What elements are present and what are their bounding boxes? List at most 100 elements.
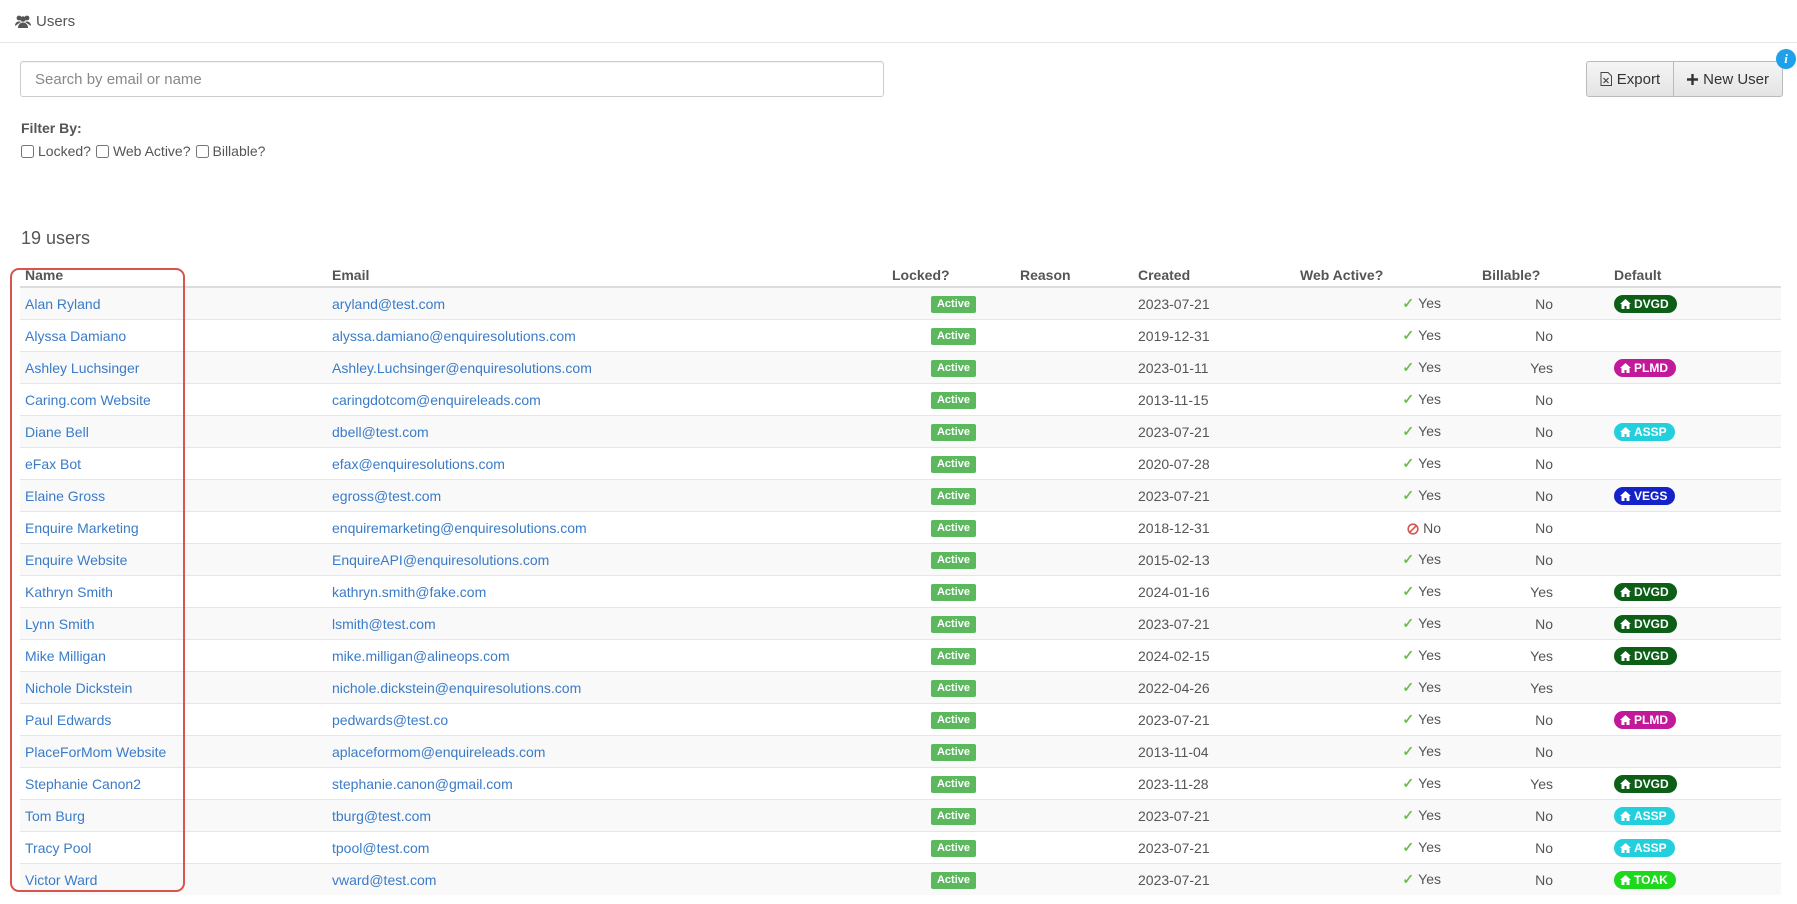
table-row[interactable]: Ashley Luchsinger Ashley.Luchsinger@enqui…: [20, 351, 1781, 384]
user-email-link[interactable]: tpool@test.com: [332, 840, 429, 856]
user-name-link[interactable]: Enquire Marketing: [25, 520, 139, 536]
table-row[interactable]: Victor Ward vward@test.com Active 2023-07-2…: [20, 863, 1781, 895]
column-created[interactable]: Created: [1133, 264, 1295, 288]
column-locked[interactable]: Locked?: [887, 264, 1015, 288]
cell-web-active: ✓ Yes: [1295, 671, 1477, 704]
user-name-link[interactable]: Enquire Website: [25, 552, 127, 568]
web-active-value: Yes: [1418, 615, 1441, 631]
export-button[interactable]: Export: [1585, 61, 1675, 97]
table-row[interactable]: Enquire Marketing enquiremarketing@enquir…: [20, 511, 1781, 544]
user-email-link[interactable]: kathryn.smith@fake.com: [332, 584, 486, 600]
user-email-link[interactable]: caringdotcom@enquireleads.com: [332, 392, 541, 408]
home-icon: [1620, 842, 1631, 853]
default-badge-label: ASSP: [1634, 808, 1667, 823]
new-user-button[interactable]: New User: [1674, 61, 1783, 97]
user-name-link[interactable]: PlaceForMom Website: [25, 744, 166, 760]
cell-name: Tom Burg: [20, 799, 327, 832]
table-row[interactable]: Nichole Dickstein nichole.dickstein@enqui…: [20, 671, 1781, 704]
table-row[interactable]: Lynn Smith lsmith@test.com Active 2023-07-2…: [20, 607, 1781, 640]
cell-name: eFax Bot: [20, 447, 327, 480]
column-billable[interactable]: Billable?: [1477, 264, 1609, 288]
user-name-link[interactable]: Ashley Luchsinger: [25, 360, 139, 376]
table-row[interactable]: Caring.com Website caringdotcom@enquirele…: [20, 383, 1781, 416]
web-active-value: Yes: [1418, 295, 1441, 311]
plus-icon: [1687, 73, 1699, 85]
user-email-link[interactable]: stephanie.canon@gmail.com: [332, 776, 513, 792]
table-row[interactable]: PlaceForMom Website aplaceformom@enquirel…: [20, 735, 1781, 768]
cell-email: egross@test.com: [327, 479, 887, 512]
table-row[interactable]: Stephanie Canon2 stephanie.canon@gmail.co…: [20, 767, 1781, 800]
user-email-link[interactable]: efax@enquiresolutions.com: [332, 456, 505, 472]
table-row[interactable]: Tracy Pool tpool@test.com Active 2023-07-21…: [20, 831, 1781, 864]
user-name-link[interactable]: Stephanie Canon2: [25, 776, 141, 792]
column-reason[interactable]: Reason: [1015, 264, 1133, 288]
user-email-link[interactable]: lsmith@test.com: [332, 616, 436, 632]
cell-default: DVGD: [1609, 767, 1781, 800]
cell-default: VEGS: [1609, 479, 1781, 512]
user-email-link[interactable]: mike.milligan@alineops.com: [332, 648, 510, 664]
user-name-link[interactable]: Kathryn Smith: [25, 584, 113, 600]
table-row[interactable]: Diane Bell dbell@test.com Active 2023-07-21…: [20, 415, 1781, 448]
table-row[interactable]: Elaine Gross egross@test.com Active 2023-07…: [20, 479, 1781, 512]
table-row[interactable]: eFax Bot efax@enquiresolutions.com Active 2…: [20, 447, 1781, 480]
cell-default: ASSP: [1609, 415, 1781, 448]
cell-email: enquiremarketing@enquiresolutions.com: [327, 511, 887, 544]
status-badge: Active: [930, 648, 977, 665]
user-name-link[interactable]: Paul Edwards: [25, 712, 111, 728]
user-name-link[interactable]: Alyssa Damiano: [25, 328, 126, 344]
user-name-link[interactable]: Tracy Pool: [25, 840, 91, 856]
table-row[interactable]: Mike Milligan mike.milligan@alineops.com A…: [20, 639, 1781, 672]
user-name-link[interactable]: eFax Bot: [25, 456, 81, 472]
user-name-link[interactable]: Diane Bell: [25, 424, 89, 440]
table-row[interactable]: Alyssa Damiano alyssa.damiano@enquiresolu…: [20, 319, 1781, 352]
user-email-link[interactable]: nichole.dickstein@enquiresolutions.com: [332, 680, 581, 696]
search-input[interactable]: [20, 61, 884, 97]
table-row[interactable]: Alan Ryland aryland@test.com Active 2023-07…: [20, 286, 1781, 320]
user-name-link[interactable]: Mike Milligan: [25, 648, 106, 664]
column-default[interactable]: Default: [1609, 264, 1781, 288]
column-web-active[interactable]: Web Active?: [1295, 264, 1477, 288]
filter-billable-checkbox[interactable]: [195, 144, 209, 158]
user-email-link[interactable]: aplaceformom@enquireleads.com: [332, 744, 545, 760]
user-email-link[interactable]: Ashley.Luchsinger@enquiresolutions.com: [332, 360, 592, 376]
user-name-link[interactable]: Nichole Dickstein: [25, 680, 132, 696]
user-email-link[interactable]: enquiremarketing@enquiresolutions.com: [332, 520, 587, 536]
user-email-link[interactable]: dbell@test.com: [332, 424, 429, 440]
user-name-link[interactable]: Lynn Smith: [25, 616, 95, 632]
cell-web-active: ✓ Yes: [1295, 351, 1477, 384]
table-row[interactable]: Kathryn Smith kathryn.smith@fake.com Activ…: [20, 575, 1781, 608]
column-email[interactable]: Email: [327, 264, 887, 288]
cell-reason: [1015, 447, 1133, 480]
user-email-link[interactable]: alyssa.damiano@enquiresolutions.com: [332, 328, 576, 344]
user-name-link[interactable]: Victor Ward: [25, 872, 97, 888]
status-badge: Active: [930, 840, 977, 857]
cell-email: tburg@test.com: [327, 799, 887, 832]
status-badge: Active: [930, 392, 977, 409]
cell-locked: Active: [887, 511, 1015, 544]
column-name[interactable]: Name: [20, 264, 327, 288]
cell-billable: No: [1477, 543, 1609, 576]
user-email-link[interactable]: egross@test.com: [332, 488, 441, 504]
cell-web-active: ✓ Yes: [1295, 575, 1477, 608]
user-name-link[interactable]: Elaine Gross: [25, 488, 105, 504]
user-name-link[interactable]: Caring.com Website: [25, 392, 151, 408]
filter-locked[interactable]: Locked?: [20, 143, 91, 159]
user-email-link[interactable]: aryland@test.com: [332, 296, 445, 312]
user-email-link[interactable]: tburg@test.com: [332, 808, 431, 824]
user-name-link[interactable]: Alan Ryland: [25, 296, 101, 312]
table-row[interactable]: Paul Edwards pedwards@test.co Active 2023-0…: [20, 703, 1781, 736]
filter-billable[interactable]: Billable?: [195, 143, 265, 159]
cell-name: Lynn Smith: [20, 607, 327, 640]
user-email-link[interactable]: EnquireAPI@enquiresolutions.com: [332, 552, 549, 568]
cell-locked: Active: [887, 735, 1015, 768]
filter-locked-checkbox[interactable]: [21, 144, 34, 158]
user-name-link[interactable]: Tom Burg: [25, 808, 85, 824]
default-badge-label: VEGS: [1634, 488, 1668, 503]
info-icon[interactable]: i: [1776, 49, 1796, 69]
filter-web-active[interactable]: Web Active?: [95, 143, 191, 159]
user-email-link[interactable]: vward@test.com: [332, 872, 436, 888]
table-row[interactable]: Tom Burg tburg@test.com Active 2023-07-21 ✓ Y…: [20, 799, 1781, 832]
filter-web-active-checkbox[interactable]: [95, 144, 109, 158]
user-email-link[interactable]: pedwards@test.co: [332, 712, 448, 728]
table-row[interactable]: Enquire Website EnquireAPI@enquiresolutio…: [20, 543, 1781, 576]
